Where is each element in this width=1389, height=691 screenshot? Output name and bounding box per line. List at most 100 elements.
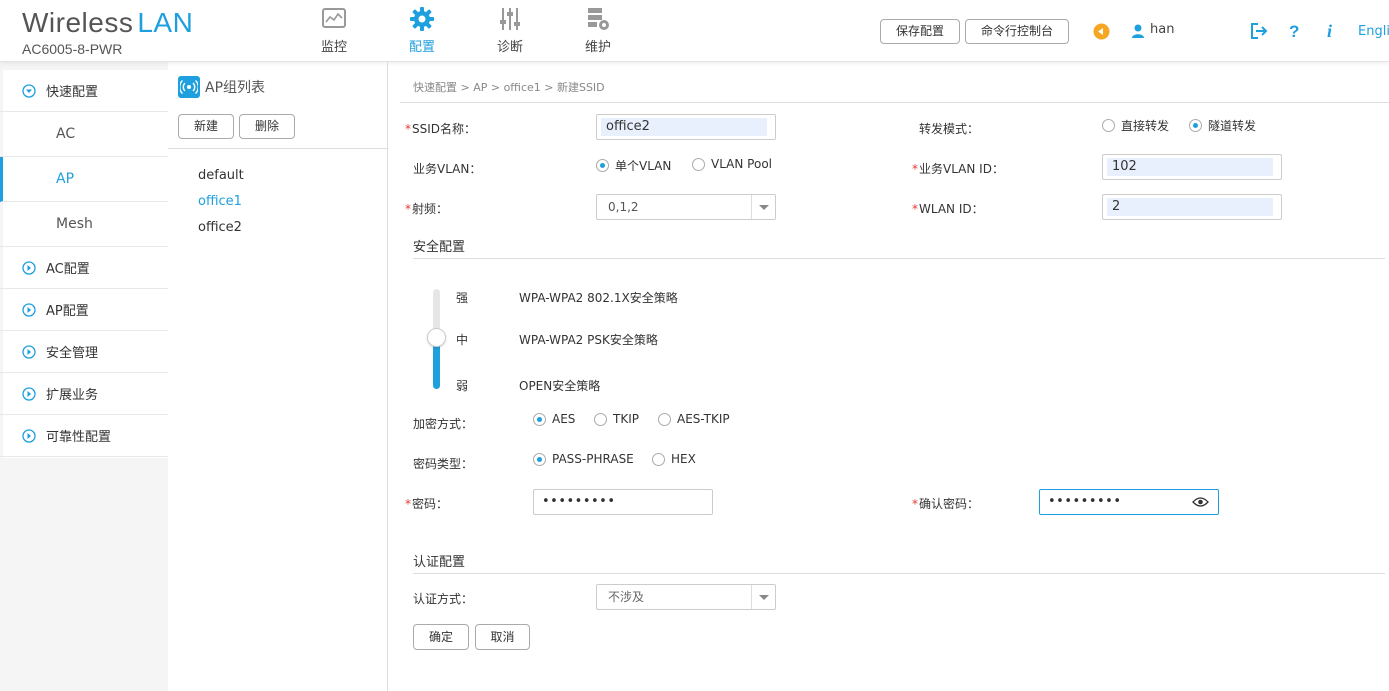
radio-tunnel-forward[interactable]: 隧道转发 — [1189, 117, 1256, 134]
chevron-down-icon — [751, 195, 775, 219]
logout-icon[interactable] — [1250, 23, 1268, 39]
radio-label: 单个VLAN — [615, 159, 672, 173]
encryption-label: 加密方式： — [413, 417, 474, 431]
maintenance-icon — [588, 8, 609, 30]
sidebar-sub-ac[interactable]: AC — [0, 112, 168, 157]
nav-diagnose-label: 诊断 — [496, 40, 523, 55]
svg-text:?: ? — [1289, 22, 1299, 40]
eye-icon[interactable] — [1192, 496, 1209, 508]
auth-method-select[interactable]: 不涉及 — [596, 584, 776, 610]
nav-monitor-label: 监控 — [320, 40, 347, 55]
nav-maintain[interactable]: 维护 — [554, 4, 642, 55]
sidebar-sub-ap[interactable]: AP — [0, 157, 168, 202]
top-header: Wireless LAN AC6005-8-PWR 监控 配置 诊断 维护 保存配… — [0, 0, 1389, 62]
confirm-button[interactable]: 确定 — [413, 624, 469, 650]
sidebar-item-reliability[interactable]: 可靠性配置 — [0, 415, 168, 457]
info-icon[interactable]: i — [1325, 22, 1337, 40]
help-icon[interactable]: ? — [1288, 22, 1302, 40]
ap-group-title: AP组列表 — [178, 76, 265, 98]
sidebar-item-label: 安全管理 — [46, 346, 99, 361]
cancel-button[interactable]: 取消 — [475, 624, 530, 650]
chevron-right-circle-icon — [22, 302, 36, 317]
vlan-id-input[interactable]: 102 — [1102, 154, 1282, 180]
service-vlan-id-label: *业务VLAN ID： — [912, 162, 1004, 176]
list-item[interactable]: office2 — [198, 218, 244, 244]
radio-circle — [594, 412, 607, 426]
radio-label: AES-TKIP — [677, 412, 730, 426]
forward-mode-label: 转发模式： — [919, 122, 980, 136]
policy-8021x[interactable]: WPA-WPA2 802.1X安全策略 — [519, 289, 678, 306]
radio-tkip[interactable]: TKIP — [594, 412, 639, 426]
delete-group-button[interactable]: 删除 — [239, 114, 295, 139]
sidebar-item-ac-config[interactable]: AC配置 — [0, 247, 168, 289]
wireless-ap-icon — [178, 76, 200, 98]
security-level-slider-handle[interactable] — [427, 328, 446, 347]
radio-hex[interactable]: HEX — [652, 452, 696, 466]
wlan-id-input[interactable]: 2 — [1102, 194, 1282, 220]
brand-title: Wireless LAN — [22, 8, 193, 38]
save-config-button[interactable]: 保存配置 — [880, 19, 960, 44]
user-name[interactable]: han — [1150, 22, 1174, 37]
password-type-label: 密码类型： — [413, 457, 474, 471]
ap-group-title-text: AP组列表 — [205, 80, 266, 96]
policy-psk[interactable]: WPA-WPA2 PSK安全策略 — [519, 331, 658, 348]
sidebar-item-ap-config[interactable]: AP配置 — [0, 289, 168, 331]
sidebar-sub-mesh[interactable]: Mesh — [0, 202, 168, 247]
ssid-input[interactable]: office2 — [596, 114, 776, 140]
radio-vlan-pool[interactable]: VLAN Pool — [692, 157, 772, 171]
sidebar-item-label: AP配置 — [46, 304, 89, 319]
auth-section-title: 认证配置 — [413, 555, 466, 570]
list-item[interactable]: office1 — [198, 192, 244, 218]
ap-group-panel: AP组列表 新建 删除 default office1 office2 — [168, 62, 388, 691]
divider — [413, 258, 1385, 259]
list-item[interactable]: default — [198, 166, 244, 192]
sidebar-item-security[interactable]: 安全管理 — [0, 331, 168, 373]
gear-icon — [410, 7, 434, 31]
confirm-password-input[interactable]: ••••••••• — [1039, 489, 1219, 515]
language-switch[interactable]: Engli — [1358, 24, 1389, 39]
radio-circle — [596, 159, 609, 172]
policy-open[interactable]: OPEN安全策略 — [519, 377, 600, 394]
password-input[interactable]: ••••••••• — [533, 489, 713, 515]
radio-frequency-select[interactable]: 0,1,2 — [596, 194, 776, 220]
radio-aes-tkip[interactable]: AES-TKIP — [658, 412, 730, 426]
divider — [400, 102, 1389, 103]
nav-config[interactable]: 配置 — [378, 4, 466, 55]
radio-circle — [658, 412, 671, 426]
radio-circle — [1189, 119, 1202, 132]
sidebar-item-label: 可靠性配置 — [46, 430, 112, 445]
radio-label: 直接转发 — [1121, 119, 1170, 133]
breadcrumb: 快速配置 > AP > office1 > 新建SSID — [413, 81, 605, 94]
auth-method-value: 不涉及 — [608, 590, 645, 604]
radio-single-vlan[interactable]: 单个VLAN — [596, 157, 671, 174]
wlan-id-input-value: 2 — [1107, 198, 1273, 216]
alarm-icon[interactable] — [1093, 23, 1110, 40]
radio-label: PASS-PHRASE — [552, 452, 634, 466]
cli-console-button[interactable]: 命令行控制台 — [965, 19, 1069, 44]
confirm-password-value: ••••••••• — [1048, 494, 1122, 509]
sidebar-item-extended[interactable]: 扩展业务 — [0, 373, 168, 415]
ap-group-list: default office1 office2 — [198, 166, 244, 244]
service-vlan-label: 业务VLAN： — [413, 162, 482, 176]
radio-circle — [1102, 119, 1115, 132]
nav-monitor[interactable]: 监控 — [290, 4, 378, 55]
chevron-right-circle-icon — [22, 260, 36, 275]
confirm-password-label: *确认密码： — [912, 497, 980, 511]
new-group-button[interactable]: 新建 — [178, 114, 234, 139]
radio-direct-forward[interactable]: 直接转发 — [1102, 117, 1169, 134]
user-icon — [1132, 24, 1144, 38]
radio-circle — [533, 452, 546, 466]
monitor-icon — [322, 8, 346, 28]
sidebar-item-quick-config[interactable]: 快速配置 — [0, 70, 168, 112]
chevron-down-icon — [751, 585, 775, 609]
level-weak: 弱 — [456, 379, 469, 393]
radio-label: HEX — [671, 452, 696, 466]
radio-aes[interactable]: AES — [533, 412, 575, 426]
nav-diagnose[interactable]: 诊断 — [466, 4, 554, 55]
radio-pass-phrase[interactable]: PASS-PHRASE — [533, 452, 634, 466]
level-medium: 中 — [456, 333, 469, 347]
chevron-right-circle-icon — [22, 428, 36, 443]
security-section-title: 安全配置 — [413, 240, 466, 255]
wlan-id-label: *WLAN ID： — [912, 202, 984, 216]
ssid-input-value: office2 — [601, 118, 767, 136]
